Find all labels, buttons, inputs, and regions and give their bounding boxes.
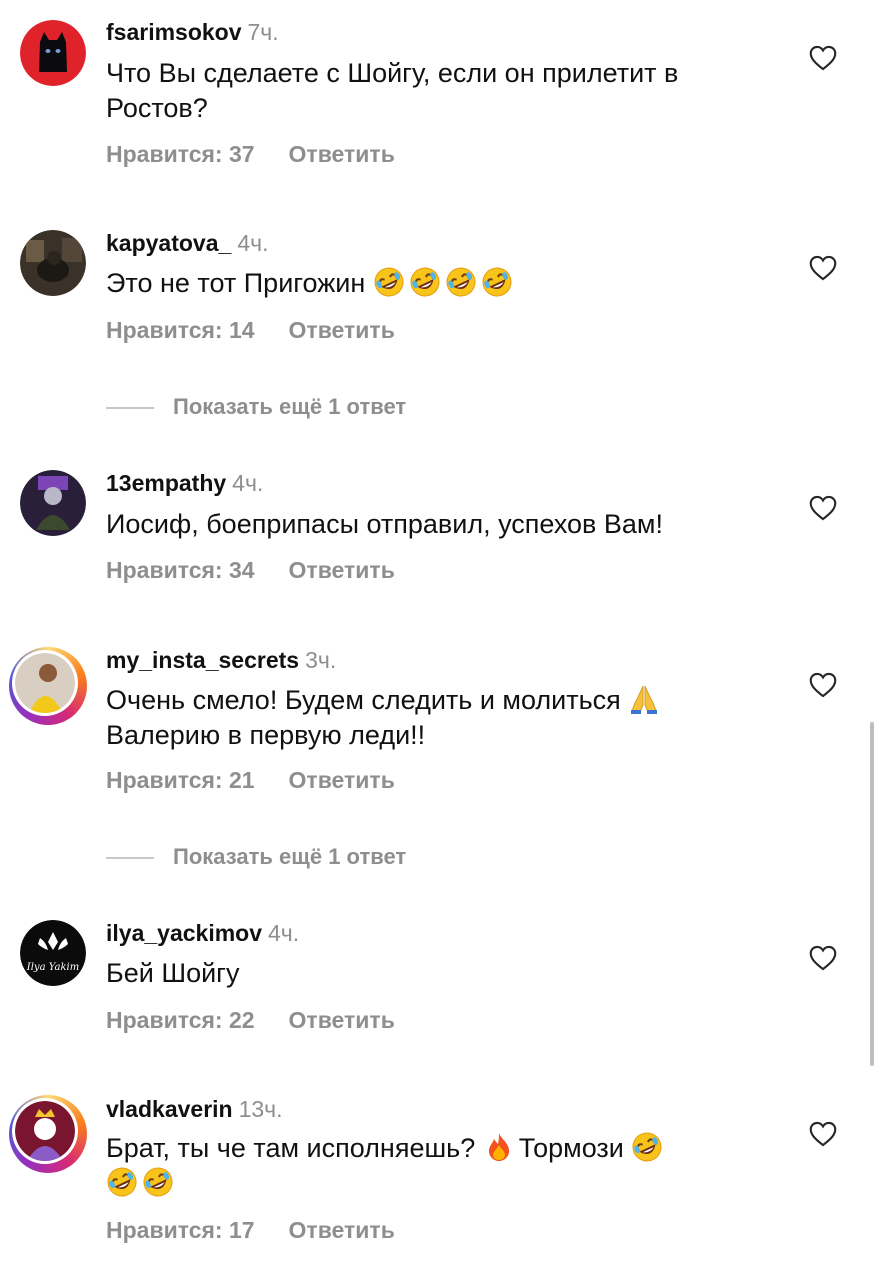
timestamp: 13ч. <box>238 1096 283 1122</box>
heart-icon[interactable] <box>809 255 837 281</box>
timestamp: 4ч. <box>237 230 269 256</box>
avatar-logo-text: Ilya Yakim <box>26 962 79 973</box>
show-more-replies-button[interactable]: Показать ещё 1 ответ <box>106 844 406 870</box>
reply-button[interactable]: Ответить <box>289 1007 395 1033</box>
username[interactable]: kapyatova_ <box>106 230 231 256</box>
timestamp: 4ч. <box>232 470 264 496</box>
likes-count[interactable]: Нравится: 14 <box>106 317 255 343</box>
comment-text: Это не тот Пригожин <box>106 266 766 301</box>
avatar[interactable] <box>20 230 86 296</box>
divider-line <box>106 407 154 410</box>
comment-header: 13empathy 4ч. <box>106 469 263 497</box>
comment-header: vladkaverin 13ч. <box>106 1095 283 1123</box>
username[interactable]: 13empathy <box>106 470 226 496</box>
comment-actions: Нравится: 17 Ответить <box>106 1217 395 1244</box>
show-more-label: Показать ещё 1 ответ <box>173 844 407 869</box>
likes-count[interactable]: Нравится: 37 <box>106 141 255 167</box>
reply-button[interactable]: Ответить <box>289 767 395 793</box>
comment-text-body: Тормози <box>518 1133 624 1163</box>
rofl-emoji-icon <box>106 1166 138 1198</box>
heart-icon[interactable] <box>809 495 837 521</box>
comment-text: Иосиф, боеприпасы отправил, успехов Вам! <box>106 509 663 539</box>
purple-figure-avatar-icon <box>20 470 86 536</box>
comment-header: kapyatova_ 4ч. <box>106 229 268 257</box>
avatar[interactable] <box>20 20 86 86</box>
comment-text: Очень смело! Будем следить и молиться Ва… <box>106 683 766 753</box>
pray-emoji-icon <box>628 683 660 715</box>
reply-button[interactable]: Ответить <box>289 317 395 343</box>
show-more-label: Показать ещё 1 ответ <box>173 394 407 419</box>
timestamp: 7ч. <box>247 19 279 45</box>
rofl-emoji-icon <box>409 266 441 298</box>
likes-count[interactable]: Нравится: 17 <box>106 1217 255 1243</box>
ilya-yakim-logo-avatar-icon: Ilya Yakim <box>20 920 86 986</box>
avatar-story-ring[interactable] <box>9 647 87 725</box>
comment-actions: Нравится: 22 Ответить <box>106 1007 395 1034</box>
avatar[interactable]: Ilya Yakim <box>20 920 86 986</box>
rofl-emoji-icon <box>445 266 477 298</box>
timestamp: 4ч. <box>268 920 300 946</box>
reply-button[interactable]: Ответить <box>289 1217 395 1243</box>
comment-actions: Нравится: 14 Ответить <box>106 317 395 344</box>
fire-emoji-icon <box>483 1131 515 1163</box>
rofl-emoji-icon <box>373 266 405 298</box>
heart-icon[interactable] <box>809 1121 837 1147</box>
comment-text-body: Валерию в первую леди!! <box>106 720 426 750</box>
timestamp: 3ч. <box>305 647 337 673</box>
rofl-emoji-icon <box>631 1131 663 1163</box>
comment-actions: Нравится: 37 Ответить <box>106 141 395 168</box>
comment-actions: Нравится: 21 Ответить <box>106 767 395 794</box>
divider-line <box>106 857 154 860</box>
username[interactable]: vladkaverin <box>106 1096 233 1122</box>
comment-text: Брат, ты че там исполняешь? Тормози <box>106 1131 766 1201</box>
username[interactable]: my_insta_secrets <box>106 647 299 673</box>
comment-text-body: Это не тот Пригожин <box>106 268 366 298</box>
comment-actions: Нравится: 34 Ответить <box>106 557 395 584</box>
comment-text: Бей Шойгу <box>106 958 240 988</box>
username[interactable]: ilya_yackimov <box>106 920 262 946</box>
reply-button[interactable]: Ответить <box>289 141 395 167</box>
avatar[interactable] <box>20 470 86 536</box>
rofl-emoji-icon <box>142 1166 174 1198</box>
likes-count[interactable]: Нравится: 21 <box>106 767 255 793</box>
rofl-emoji-icon <box>481 266 513 298</box>
king-cartoon-avatar-icon <box>15 1101 75 1161</box>
comment-text: Что Вы сделаете с Шойгу, если он прилети… <box>106 58 679 123</box>
likes-count[interactable]: Нравится: 22 <box>106 1007 255 1033</box>
reply-button[interactable]: Ответить <box>289 557 395 583</box>
comment-text-body: Брат, ты че там исполняешь? <box>106 1133 476 1163</box>
avatar-story-ring[interactable] <box>9 1095 87 1173</box>
comment-text-body: Очень смело! Будем следить и молиться <box>106 685 621 715</box>
comment-header: my_insta_secrets 3ч. <box>106 646 336 674</box>
black-cat-avatar-icon <box>20 20 86 86</box>
heart-icon[interactable] <box>809 945 837 971</box>
show-more-replies-button[interactable]: Показать ещё 1 ответ <box>106 394 406 420</box>
comment-header: ilya_yackimov 4ч. <box>106 919 299 947</box>
comment-header: fsarimsokov 7ч. <box>106 18 279 46</box>
heart-icon[interactable] <box>809 672 837 698</box>
woman-yellow-avatar-icon <box>15 653 75 713</box>
heart-icon[interactable] <box>809 45 837 71</box>
likes-count[interactable]: Нравится: 34 <box>106 557 255 583</box>
username[interactable]: fsarimsokov <box>106 19 242 45</box>
scrollbar[interactable] <box>870 722 874 1066</box>
dark-room-photo-avatar-icon <box>20 230 86 296</box>
